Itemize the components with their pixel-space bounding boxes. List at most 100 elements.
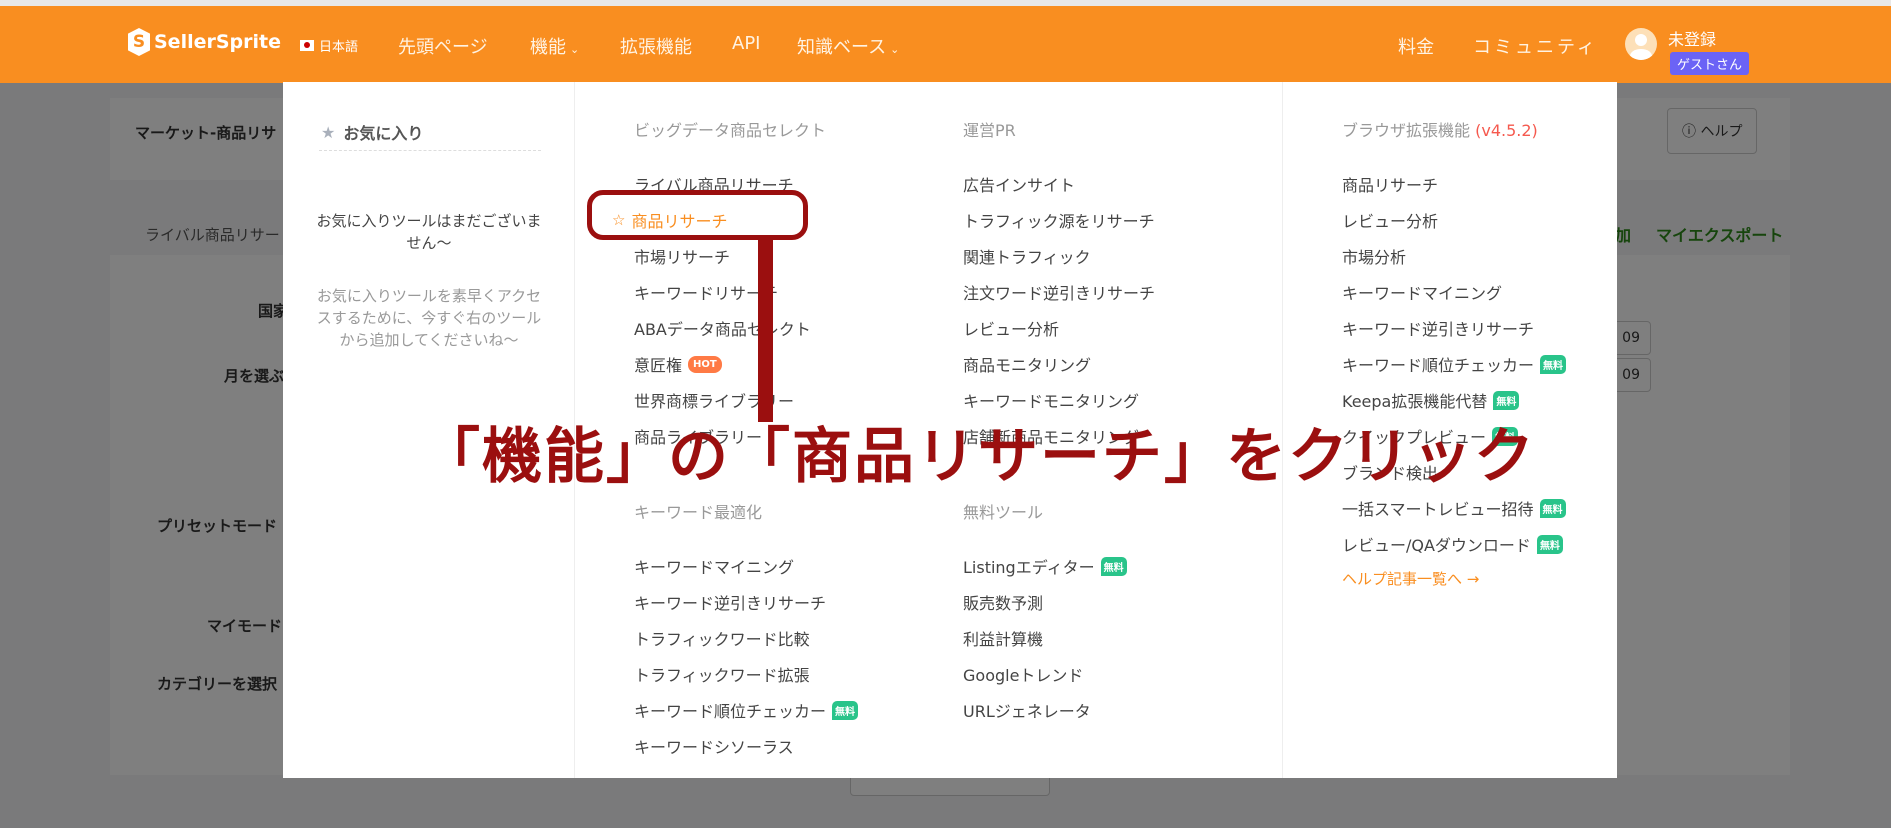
menu-item[interactable]: 意匠権 HOT xyxy=(634,346,858,382)
logo[interactable]: S SellerSprite xyxy=(128,28,281,56)
star-icon: ★ xyxy=(321,122,336,142)
avatar-body xyxy=(1630,49,1652,60)
section-title: ビッグデータ商品セレクト xyxy=(634,117,858,166)
help-articles-link[interactable]: ヘルプ記事一覧へ → xyxy=(1342,568,1566,589)
avatar-head xyxy=(1635,34,1647,46)
menu-item-label: 商品モニタリング xyxy=(963,356,1092,375)
menu-item[interactable]: キーワード逆引きリサーチ xyxy=(634,584,858,620)
menu-item-label: 販売数予測 xyxy=(963,594,1044,613)
free-badge: 無料 xyxy=(832,700,859,720)
section-title-text: キーワード最適化 xyxy=(634,503,763,522)
menu-item-label: 一括スマートレビュー招待 xyxy=(1342,500,1534,519)
nav-extension[interactable]: 拡張機能 xyxy=(620,33,692,59)
favorites-title: お気に入り xyxy=(343,124,424,143)
menu-item-label: キーワード逆引きリサーチ xyxy=(1342,320,1535,339)
menu-item-label: レビュー分析 xyxy=(1342,212,1439,231)
menu-item-label: キーワードシソーラス xyxy=(634,738,794,757)
guest-badge: ゲストさん xyxy=(1670,52,1750,75)
language-label: 日本語 xyxy=(319,40,359,55)
free-badge: 無料 xyxy=(1539,498,1566,518)
language-selector[interactable]: 日本語 xyxy=(300,36,358,55)
menu-item-label: URLジェネレータ xyxy=(963,702,1091,721)
menu-item[interactable]: ABAデータ商品セレクト xyxy=(634,310,858,346)
free-badge: 無料 xyxy=(1493,390,1520,410)
menu-item[interactable]: 広告インサイト xyxy=(963,166,1155,202)
menu-section: 運営PR 広告インサイトトラフィック源をリサーチ 関連トラフィック注文ワード逆引きリ… xyxy=(963,117,1155,454)
menu-item[interactable]: 注文ワード逆引きリサーチ xyxy=(963,274,1155,310)
menu-item[interactable]: キーワード逆引きリサーチ xyxy=(1342,310,1566,346)
version-label: (v4.5.2) xyxy=(1475,121,1538,140)
nav-pricing[interactable]: 料金 xyxy=(1398,33,1434,59)
menu-item[interactable]: トラフィック源をリサーチ xyxy=(963,202,1155,238)
nav-knowledge-label: 知識ベース xyxy=(797,37,887,58)
menu-item[interactable]: Listingエディター 無料 xyxy=(963,548,1155,584)
annotation-instruction: 「機能」の「商品リサーチ」をクリック xyxy=(420,422,1536,492)
menu-item[interactable]: 市場分析 xyxy=(1342,238,1566,274)
menu-item-label: 市場リサーチ xyxy=(634,248,731,267)
menu-item[interactable]: 商品モニタリング xyxy=(963,346,1155,382)
menu-item[interactable]: 商品リサーチ xyxy=(1342,166,1566,202)
menu-item-label: ABAデータ商品セレクト xyxy=(634,320,811,339)
menu-item[interactable]: 市場リサーチ xyxy=(634,238,858,274)
menu-section: ブラウザ拡張機能 (v4.5.2) 商品リサーチ レビュー分析 市場分析キーワードマイ… xyxy=(1342,117,1567,562)
menu-item[interactable]: レビュー/QAダウンロード 無料 xyxy=(1342,526,1566,562)
menu-item[interactable]: トラフィックワード拡張 xyxy=(634,656,858,692)
avatar[interactable] xyxy=(1625,28,1657,60)
section-title: 運営PR xyxy=(963,117,1155,166)
nav-features[interactable]: 機能 ⌄ xyxy=(530,33,579,59)
chevron-down-icon: ⌄ xyxy=(890,43,900,56)
section-title-text: 運営PR xyxy=(963,121,1016,140)
nav-home[interactable]: 先頭ページ xyxy=(398,33,488,59)
user-name[interactable]: 未登録 xyxy=(1668,26,1716,50)
menu-item[interactable]: キーワードシソーラス xyxy=(634,728,858,764)
menu-item[interactable]: レビュー分析 xyxy=(1342,202,1566,238)
menu-item[interactable]: Googleトレンド xyxy=(963,656,1155,692)
menu-item-label: 注文ワード逆引きリサーチ xyxy=(963,284,1156,303)
menu-item[interactable]: トラフィックワード比較 xyxy=(634,620,858,656)
menu-item-label: レビュー分析 xyxy=(963,320,1060,339)
top-nav-bar: S SellerSprite 日本語 先頭ページ 機能 ⌄ 拡張機能 API 知識ベ… xyxy=(0,6,1891,83)
menu-item-label: 商品リサーチ xyxy=(1342,176,1439,195)
menu-item[interactable]: レビュー分析 xyxy=(963,310,1155,346)
nav-community[interactable]: コミュニティ xyxy=(1473,33,1598,59)
menu-section: 無料ツール Listingエディター 無料販売数予測利益計算機 Googleトレンド U… xyxy=(963,499,1155,728)
nav-knowledge-base[interactable]: 知識ベース ⌄ xyxy=(797,33,899,59)
menu-item-label: 関連トラフィック xyxy=(963,248,1091,267)
section-title: 無料ツール xyxy=(963,499,1155,548)
section-title: ブラウザ拡張機能 (v4.5.2) xyxy=(1342,117,1566,166)
menu-item-label: トラフィック源をリサーチ xyxy=(963,212,1155,231)
favorites-divider xyxy=(319,150,541,151)
column-browser-extension: ブラウザ拡張機能 (v4.5.2) 商品リサーチ レビュー分析 市場分析キーワードマイ… xyxy=(1342,117,1567,589)
japan-flag-icon xyxy=(300,40,314,51)
menu-section: キーワード最適化キーワードマイニングキーワード逆引きリサーチトラフィックワード比… xyxy=(634,499,859,764)
logo-text: SellerSprite xyxy=(154,31,281,53)
menu-item-label: レビュー/QAダウンロード xyxy=(1342,536,1531,555)
favorites-hint-text: お気に入りツールを素早くアクセスするために、今すぐ右のツールから追加してください… xyxy=(316,287,542,349)
menu-item[interactable]: キーワードマイニング xyxy=(1342,274,1566,310)
menu-item-label: キーワード順位チェッカー xyxy=(634,702,827,721)
menu-item-label: キーワードマイニング xyxy=(1342,284,1503,303)
menu-item-label: トラフィックワード比較 xyxy=(634,630,810,649)
menu-item[interactable]: キーワード順位チェッカー 無料 xyxy=(1342,346,1567,382)
menu-item[interactable]: キーワード順位チェッカー 無料 xyxy=(634,692,859,728)
menu-item-label: 広告インサイト xyxy=(963,176,1076,195)
menu-item[interactable]: キーワードマイニング xyxy=(634,548,858,584)
menu-item[interactable]: 利益計算機 xyxy=(963,620,1155,656)
menu-item-label: 市場分析 xyxy=(1342,248,1407,267)
section-title-text: ブラウザ拡張機能 xyxy=(1342,121,1471,140)
section-title-text: 無料ツール xyxy=(963,503,1044,522)
menu-item[interactable]: 関連トラフィック xyxy=(963,238,1155,274)
menu-item[interactable]: 販売数予測 xyxy=(963,584,1155,620)
menu-item[interactable]: キーワードリサーチ xyxy=(634,274,858,310)
free-badge: 無料 xyxy=(1540,354,1567,374)
menu-item[interactable]: 一括スマートレビュー招待 無料 xyxy=(1342,490,1566,526)
favorites-header: ★ お気に入り xyxy=(321,120,423,144)
annotation-connector xyxy=(758,239,773,422)
logo-icon: S xyxy=(128,28,150,56)
annotation-highlight-box xyxy=(587,190,808,240)
hot-badge: HOT xyxy=(688,355,722,373)
menu-item-label: キーワードマイニング xyxy=(634,558,795,577)
menu-item-label: キーワード順位チェッカー xyxy=(1342,356,1535,375)
menu-item[interactable]: URLジェネレータ xyxy=(963,692,1155,728)
nav-api[interactable]: API xyxy=(732,33,760,54)
